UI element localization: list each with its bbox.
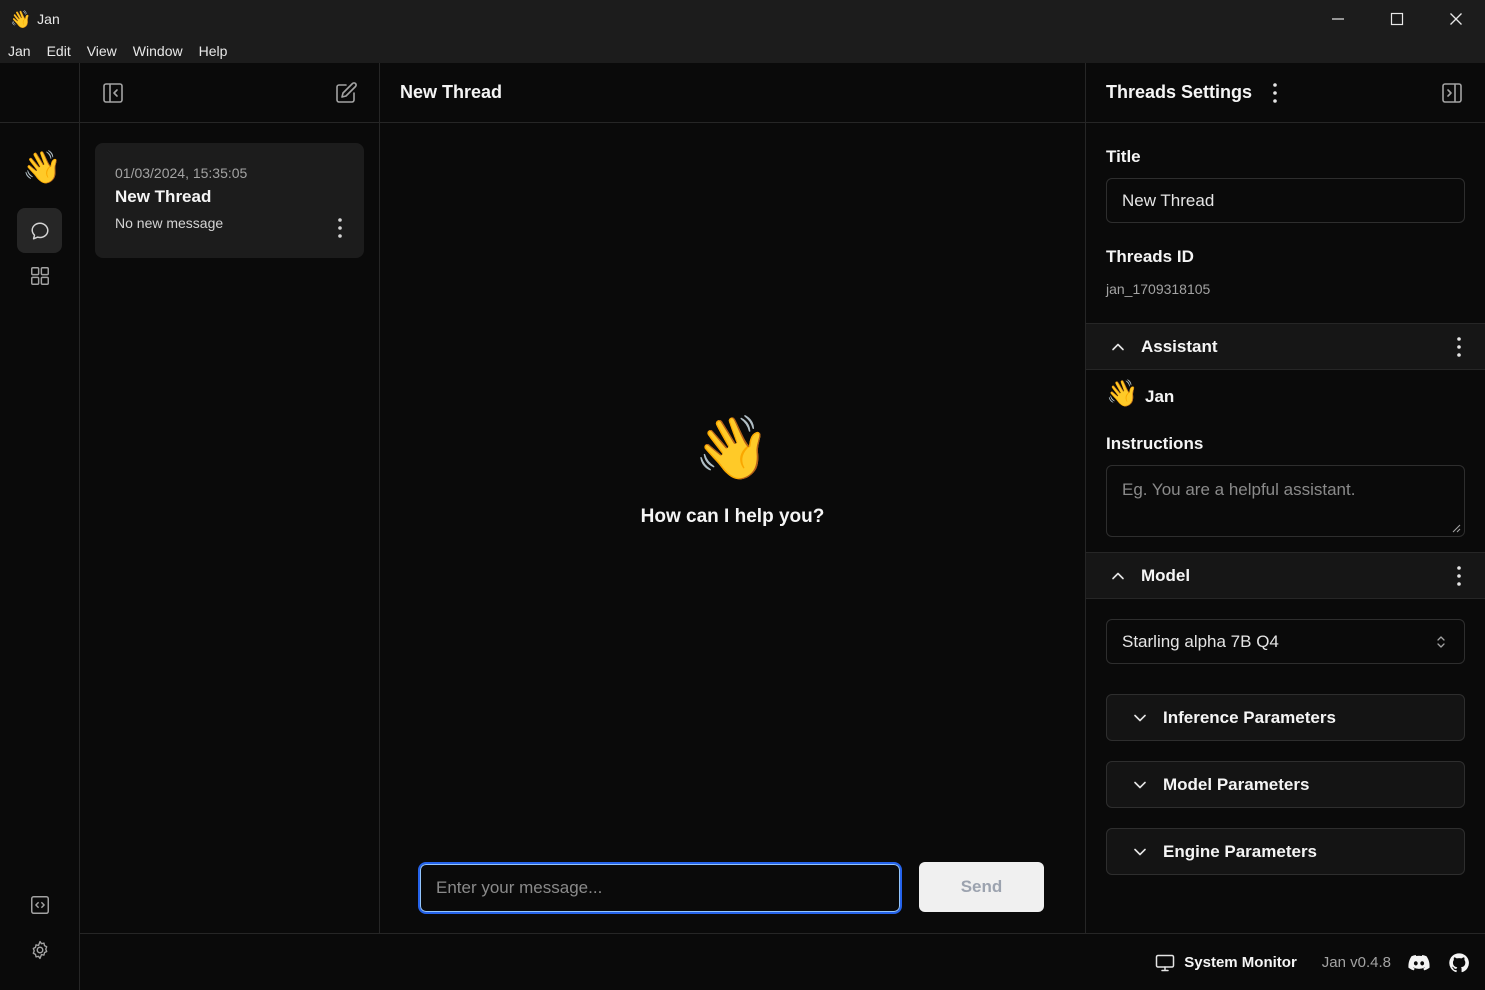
panel-left-icon: [103, 83, 123, 103]
toggle-right-panel-button[interactable]: [1439, 80, 1465, 106]
chevron-down-icon: [1134, 781, 1146, 788]
status-bar: System Monitor Jan v0.4.8: [80, 933, 1485, 990]
jan-logo: 👋: [22, 149, 62, 185]
chat-title: New Thread: [400, 82, 503, 102]
threads-id-value: jan_1709318105: [1106, 281, 1211, 297]
left-rail: 👋: [0, 63, 80, 990]
model-section-header[interactable]: Model: [1086, 552, 1485, 599]
thread-title: New Thread: [115, 187, 212, 206]
wave-icon: 👋: [693, 414, 772, 483]
code-icon: [30, 895, 49, 914]
title-field-value: New Thread: [1122, 190, 1215, 210]
threads-id-label: Threads ID: [1106, 247, 1194, 266]
threads-panel: 01/03/2024, 15:35:05 New Thread No new m…: [80, 63, 380, 933]
close-button[interactable]: [1426, 0, 1485, 38]
settings-title: Threads Settings: [1106, 82, 1253, 102]
minimize-icon: [1331, 18, 1344, 20]
menu-view[interactable]: View: [87, 43, 117, 59]
model-select-value: Starling alpha 7B Q4: [1122, 631, 1279, 651]
menu-help[interactable]: Help: [199, 43, 228, 59]
instructions-placeholder: Eg. You are a helpful assistant.: [1122, 480, 1356, 499]
gear-icon: [32, 940, 47, 959]
more-vertical-icon[interactable]: [1455, 565, 1463, 587]
threads-header: [80, 63, 379, 123]
instructions-label: Instructions: [1106, 434, 1204, 453]
model-section-label: Model: [1141, 565, 1191, 585]
maximize-icon: [1390, 12, 1403, 26]
github-icon: [1449, 952, 1469, 972]
chat-icon: [30, 221, 49, 240]
system-monitor-label: System Monitor: [1184, 954, 1297, 971]
grid-icon: [30, 266, 49, 285]
title-bar: 👋 Jan: [0, 0, 1485, 38]
inference-parameters-label: Inference Parameters: [1163, 707, 1336, 727]
welcome-text: How can I help you?: [640, 506, 825, 527]
menu-bar: Jan Edit View Window Help: [0, 38, 1485, 63]
discord-link[interactable]: [1407, 951, 1431, 975]
rail-hub-button[interactable]: [17, 253, 62, 298]
rail-local-api-button[interactable]: [17, 882, 62, 927]
model-select[interactable]: Starling alpha 7B Q4: [1106, 619, 1465, 664]
thread-settings-panel: Threads Settings Title New Thread Thread…: [1085, 63, 1485, 933]
more-vertical-icon[interactable]: [1455, 336, 1463, 358]
more-vertical-icon: [338, 218, 342, 238]
monitor-icon: [1156, 954, 1175, 971]
window-title: Jan: [37, 11, 60, 27]
thread-item[interactable]: 01/03/2024, 15:35:05 New Thread No new m…: [95, 143, 364, 258]
chevron-up-icon: [1112, 572, 1124, 579]
assistant-avatar: 👋: [1106, 378, 1139, 408]
inference-parameters-toggle[interactable]: Inference Parameters: [1106, 694, 1465, 741]
chat-header: New Thread: [380, 63, 1085, 123]
assistant-name: Jan: [1145, 387, 1175, 406]
assistant-section-label: Assistant: [1141, 336, 1218, 356]
settings-more-button[interactable]: [1271, 81, 1279, 105]
menu-jan[interactable]: Jan: [8, 43, 31, 59]
title-field[interactable]: New Thread: [1106, 178, 1465, 223]
chat-area: New Thread 👋 How can I help you? Send: [380, 63, 1085, 933]
menu-window[interactable]: Window: [133, 43, 183, 59]
thread-more-button[interactable]: [336, 215, 344, 241]
app-version: Jan v0.4.8: [1321, 954, 1391, 971]
welcome-block: 👋 How can I help you?: [380, 418, 1085, 528]
chevron-up-icon: [1112, 343, 1124, 350]
edit-icon: [336, 82, 357, 103]
window-controls: [1308, 0, 1485, 38]
engine-parameters-label: Engine Parameters: [1163, 841, 1318, 861]
title-label: Title: [1106, 147, 1141, 166]
discord-icon: [1408, 954, 1430, 970]
thread-date: 01/03/2024, 15:35:05: [115, 165, 248, 181]
rail-chat-button[interactable]: [17, 208, 62, 253]
new-thread-button[interactable]: [333, 80, 359, 106]
rail-settings-button[interactable]: [17, 927, 62, 972]
message-input[interactable]: [418, 862, 902, 914]
app-logo: 👋: [10, 9, 32, 29]
engine-parameters-toggle[interactable]: Engine Parameters: [1106, 828, 1465, 875]
model-parameters-toggle[interactable]: Model Parameters: [1106, 761, 1465, 808]
send-button[interactable]: Send: [919, 862, 1044, 912]
assistant-section-header[interactable]: Assistant: [1086, 323, 1485, 370]
resize-handle-icon[interactable]: [1452, 524, 1461, 533]
thread-preview: No new message: [115, 215, 224, 231]
chevron-down-icon: [1134, 848, 1146, 855]
maximize-button[interactable]: [1367, 0, 1426, 38]
model-parameters-label: Model Parameters: [1163, 774, 1310, 794]
panel-right-icon: [1442, 83, 1462, 103]
rail-header: [0, 63, 80, 123]
minimize-button[interactable]: [1308, 0, 1367, 38]
toggle-left-panel-button[interactable]: [100, 80, 126, 106]
chevron-down-icon: [1134, 714, 1146, 721]
status-right: System Monitor Jan v0.4.8: [1155, 934, 1485, 990]
close-icon: [1449, 13, 1462, 25]
system-monitor-button[interactable]: System Monitor: [1155, 953, 1297, 973]
menu-edit[interactable]: Edit: [47, 43, 71, 59]
github-link[interactable]: [1447, 951, 1471, 975]
more-vertical-icon: [1273, 83, 1277, 103]
instructions-textarea[interactable]: Eg. You are a helpful assistant.: [1106, 465, 1465, 537]
chevron-updown-icon: [1437, 636, 1445, 648]
settings-header: Threads Settings: [1086, 63, 1485, 123]
